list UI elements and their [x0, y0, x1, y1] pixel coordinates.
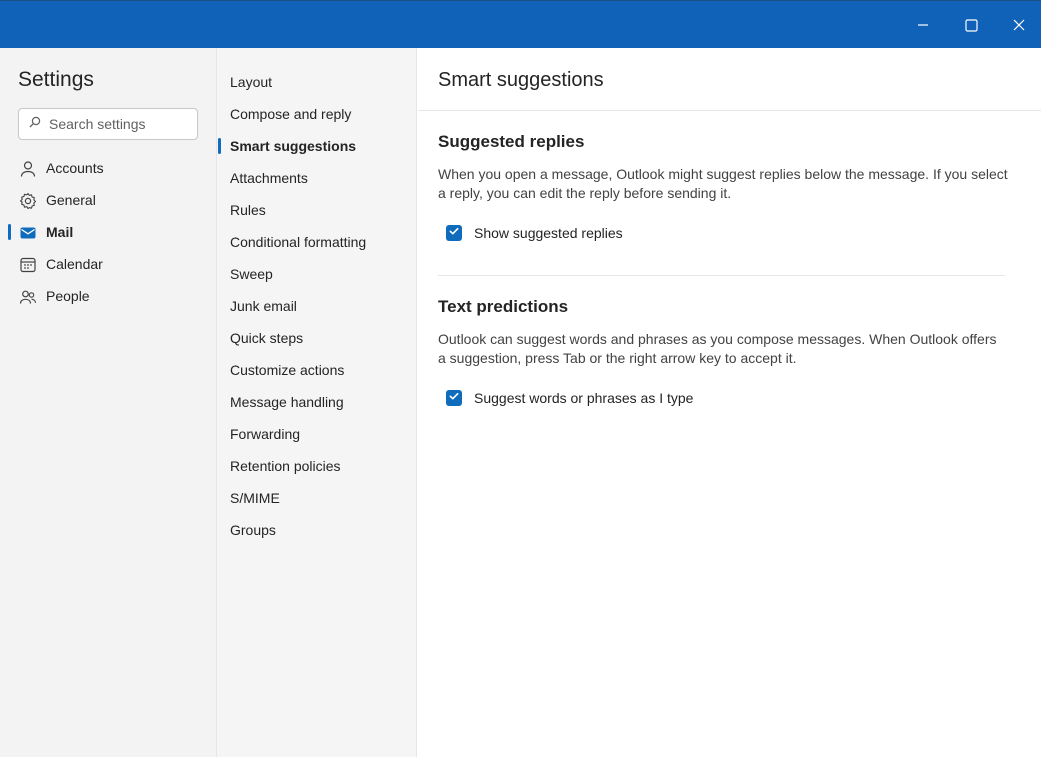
settings-title: Settings — [18, 68, 94, 91]
section-description: Outlook can suggest words and phrases as… — [438, 331, 997, 366]
checkmark-icon — [448, 224, 460, 242]
selected-indicator — [8, 224, 11, 240]
settings-content: Smart suggestions Suggested replies When… — [418, 48, 1041, 757]
nav-item-people[interactable]: People — [0, 280, 216, 312]
section-title-suggested-replies: Suggested replies — [438, 132, 585, 151]
minimize-button[interactable] — [899, 1, 947, 49]
mail-nav-item-compose-and-reply[interactable]: Compose and reply — [217, 98, 416, 130]
mail-nav-item-label: Compose and reply — [230, 106, 352, 122]
search-input[interactable] — [49, 116, 189, 132]
selected-indicator — [218, 138, 221, 154]
nav-item-mail[interactable]: Mail — [0, 216, 216, 248]
minimize-icon — [917, 19, 929, 31]
person-icon — [19, 160, 37, 178]
mail-nav-item-label: Retention policies — [230, 458, 341, 474]
mail-nav-item-forwarding[interactable]: Forwarding — [217, 418, 416, 450]
mail-nav-item-label: Attachments — [230, 170, 308, 186]
section-title-text-predictions: Text predictions — [438, 297, 569, 316]
mail-nav-item-label: Sweep — [230, 266, 273, 282]
checkmark-icon — [448, 389, 460, 407]
mail-nav-item-label: Message handling — [230, 394, 344, 410]
mail-nav-item-smime[interactable]: S/MIME — [217, 482, 416, 514]
mail-nav-item-sweep[interactable]: Sweep — [217, 258, 416, 290]
mail-nav-item-attachments[interactable]: Attachments — [217, 162, 416, 194]
mail-nav-item-label: Junk email — [230, 298, 297, 314]
settings-nav: Settings Accounts General Mail Calendar — [0, 48, 217, 757]
close-button[interactable] — [995, 1, 1041, 49]
checkbox-label: Suggest words or phrases as I type — [474, 390, 694, 406]
mail-nav-item-label: Conditional formatting — [230, 234, 367, 250]
mail-nav-item-label: Layout — [230, 74, 273, 90]
mail-nav-item-label: Smart suggestions — [230, 138, 357, 154]
checkbox-checked[interactable] — [446, 390, 462, 406]
suggest-words-checkbox[interactable]: Suggest words or phrases as I type — [446, 388, 693, 408]
mail-nav-item-quick-steps[interactable]: Quick steps — [217, 322, 416, 354]
mail-icon — [19, 224, 37, 242]
section-divider — [438, 275, 1005, 276]
mail-nav-item-message-handling[interactable]: Message handling — [217, 386, 416, 418]
mail-nav-item-label: S/MIME — [230, 490, 280, 506]
gear-icon — [19, 192, 37, 210]
mail-nav-item-label: Groups — [230, 522, 276, 538]
page-title: Smart suggestions — [438, 69, 604, 91]
search-box[interactable] — [18, 108, 198, 140]
mail-nav-item-retention-policies[interactable]: Retention policies — [217, 450, 416, 482]
search-icon — [29, 115, 41, 133]
mail-nav-item-junk-email[interactable]: Junk email — [217, 290, 416, 322]
header-divider — [418, 110, 1041, 111]
mail-nav-item-groups[interactable]: Groups — [217, 514, 416, 546]
mail-settings-nav: Layout Compose and reply Smart suggestio… — [217, 48, 417, 757]
section-description: When you open a message, Outlook might s… — [438, 166, 1008, 201]
maximize-button[interactable] — [947, 1, 995, 49]
people-icon — [19, 288, 37, 306]
mail-nav-item-layout[interactable]: Layout — [217, 66, 416, 98]
mail-nav-item-label: Quick steps — [230, 330, 304, 346]
mail-nav-item-rules[interactable]: Rules — [217, 194, 416, 226]
nav-item-accounts[interactable]: Accounts — [0, 152, 216, 184]
nav-item-general[interactable]: General — [0, 184, 216, 216]
close-icon — [1013, 19, 1025, 31]
mail-nav-item-label: Forwarding — [230, 426, 301, 442]
show-suggested-replies-checkbox[interactable]: Show suggested replies — [446, 223, 623, 243]
nav-item-label: Calendar — [46, 256, 103, 272]
mail-nav-item-conditional-formatting[interactable]: Conditional formatting — [217, 226, 416, 258]
maximize-icon — [964, 18, 978, 32]
calendar-icon — [19, 256, 37, 274]
nav-item-label: People — [46, 288, 90, 304]
checkbox-checked[interactable] — [446, 225, 462, 241]
title-bar — [0, 0, 1041, 48]
checkbox-label: Show suggested replies — [474, 225, 623, 241]
nav-item-label: General — [46, 192, 96, 208]
mail-nav-item-smart-suggestions[interactable]: Smart suggestions — [217, 130, 416, 162]
mail-nav-item-label: Rules — [230, 202, 266, 218]
nav-item-label: Accounts — [46, 160, 104, 176]
nav-item-label: Mail — [46, 224, 74, 240]
mail-nav-item-customize-actions[interactable]: Customize actions — [217, 354, 416, 386]
nav-item-calendar[interactable]: Calendar — [0, 248, 216, 280]
mail-nav-item-label: Customize actions — [230, 362, 345, 378]
